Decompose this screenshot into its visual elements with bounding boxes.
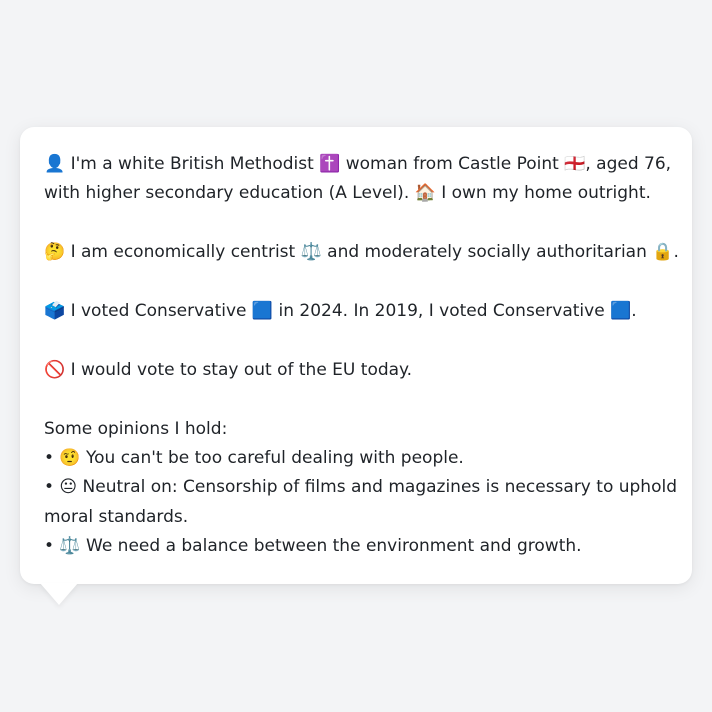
voting-line: 🗳️ I voted Conservative 🟦 in 2024. In 20…	[44, 301, 637, 321]
intro-line-2: with higher secondary education (A Level…	[44, 183, 651, 204]
eu-line: 🚫 I would vote to stay out of the EU tod…	[44, 359, 413, 380]
opinion-item-2-line-1: • 😐 Neutral on: Censorship of films and …	[44, 477, 678, 498]
opinion-item-2-line-2: moral standards.	[44, 506, 189, 527]
opinion-item-3: • ⚖️ We need a balance between the envir…	[44, 536, 582, 557]
politics-line: 🤔 I am economically centrist ⚖️ and mode…	[44, 242, 679, 263]
intro-line-1: 👤 I'm a white British Methodist ✝️ woman…	[44, 154, 672, 174]
opinion-item-1: • 🤨 You can't be too careful dealing wit…	[44, 448, 464, 468]
bubble-tail	[40, 583, 78, 605]
persona-message-bubble: 👤 I'm a white British Methodist ✝️ woman…	[20, 127, 692, 584]
opinions-header: Some opinions I hold:	[44, 418, 228, 439]
